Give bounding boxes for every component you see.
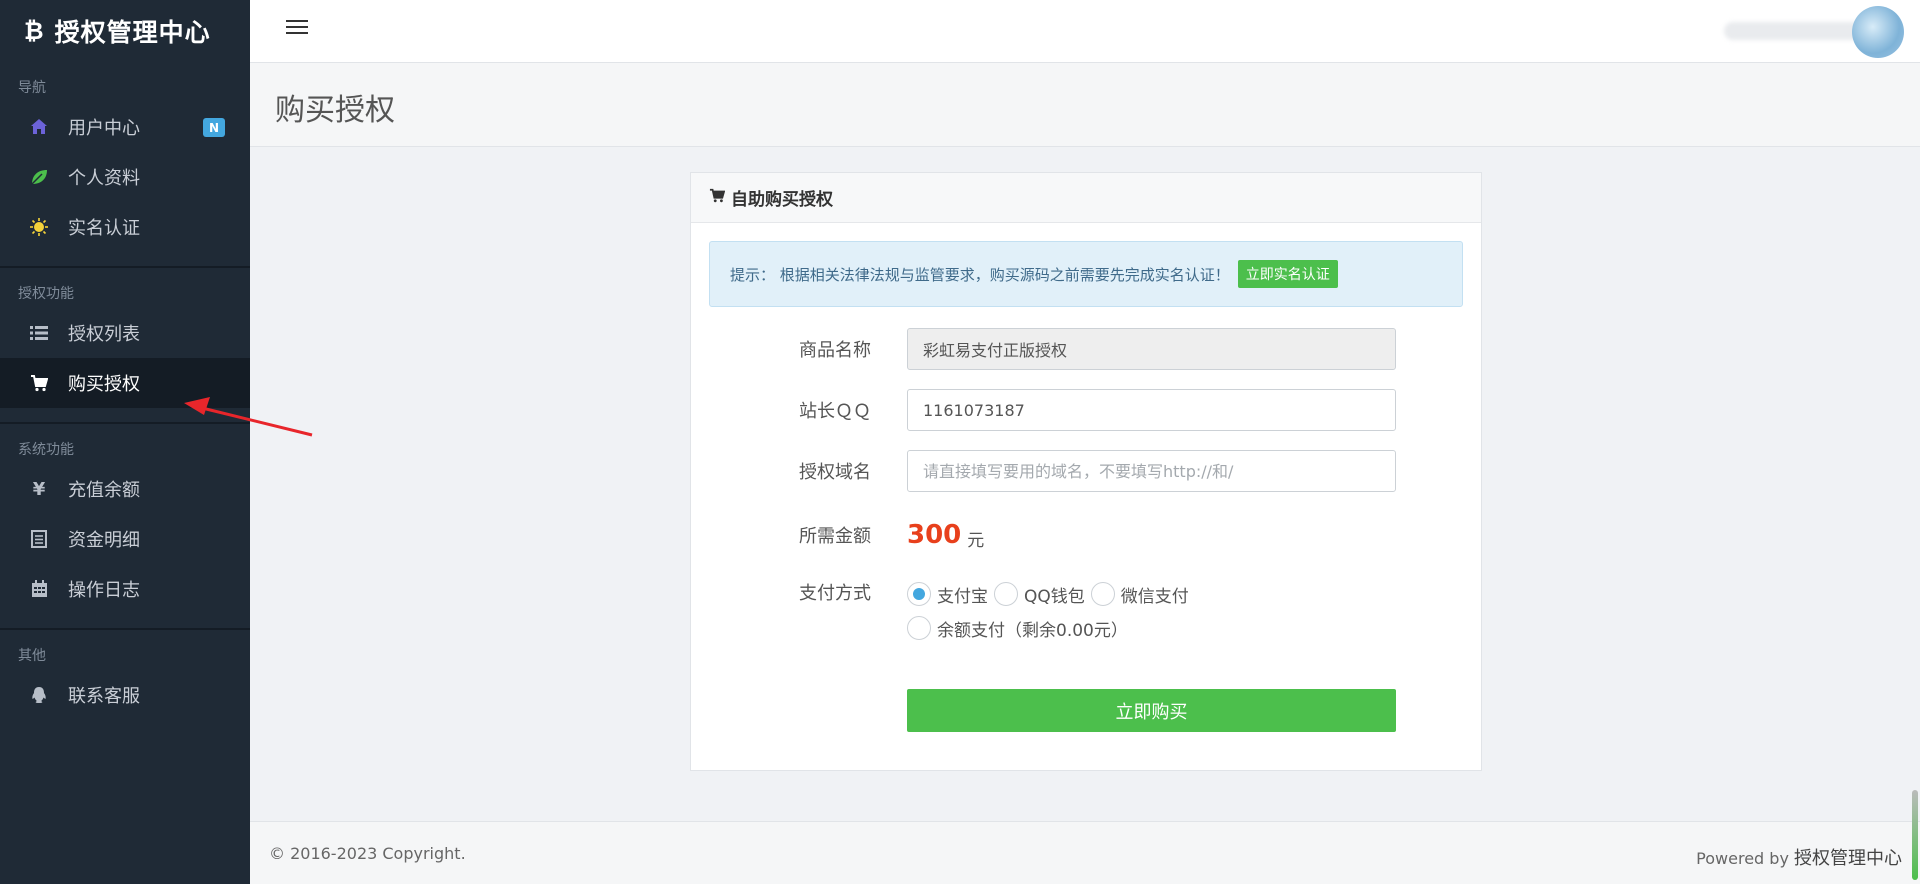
- payment-wechat[interactable]: 微信支付: [1090, 582, 1189, 607]
- sidebar-item-label: 个人资料: [68, 168, 140, 189]
- payment-label: 支付方式: [799, 583, 871, 604]
- payment-alipay[interactable]: 支付宝: [907, 582, 988, 607]
- buy-now-button[interactable]: 立即购买: [907, 689, 1396, 732]
- sidebar-item-verify[interactable]: 实名认证: [0, 202, 250, 252]
- calendar-icon: [28, 578, 50, 600]
- sidebar-divider: [0, 628, 250, 630]
- amount-label: 所需金额: [799, 526, 871, 547]
- alert-text: 提示： 根据相关法律法规与监管要求，购买源码之前需要先完成实名认证！: [730, 265, 1230, 284]
- powered-by: Powered by 授权管理中心: [1696, 844, 1902, 870]
- sidebar-item-label: 联系客服: [68, 686, 140, 707]
- payment-option-label: QQ钱包: [1024, 586, 1085, 607]
- footer: © 2016-2023 Copyright. Powered by 授权管理中心: [250, 821, 1920, 884]
- sidebar-item-license-list[interactable]: 授权列表: [0, 308, 250, 358]
- domain-row: 授权域名: [799, 450, 1399, 492]
- payment-balance[interactable]: 余额支付（剩余0.00元）: [907, 616, 1128, 641]
- ledger-icon: [28, 528, 50, 550]
- powered-prefix: Powered by: [1696, 849, 1794, 868]
- radio-circle[interactable]: [907, 616, 931, 640]
- sidebar-item-user-center[interactable]: 用户中心 N: [0, 102, 250, 152]
- sidebar-item-profile[interactable]: 个人资料: [0, 152, 250, 202]
- qq-label: 站长ＱＱ: [799, 401, 871, 422]
- card-title: 自助购买授权: [731, 190, 833, 210]
- sidebar-item-label: 资金明细: [68, 530, 140, 551]
- product-row: 商品名称: [799, 328, 1399, 370]
- sidebar-item-funds[interactable]: 资金明细: [0, 514, 250, 564]
- payment-option-label: 余额支付（剩余0.00元）: [937, 620, 1128, 641]
- section-title-nav: 导航: [18, 80, 46, 96]
- section-title-license: 授权功能: [18, 286, 74, 302]
- sidebar-item-recharge[interactable]: ¥ 充值余额: [0, 464, 250, 514]
- radio-circle[interactable]: [907, 582, 931, 606]
- bitcoin-icon: ₿: [24, 16, 45, 45]
- home-icon: [28, 116, 50, 138]
- avatar[interactable]: [1852, 6, 1904, 58]
- menu-toggle-icon[interactable]: [286, 20, 308, 40]
- qq-row: 站长ＱＱ: [799, 389, 1399, 431]
- amount-value: 300: [907, 520, 962, 550]
- page-header: 购买授权: [250, 63, 1920, 147]
- product-label: 商品名称: [799, 340, 871, 361]
- sidebar-item-support[interactable]: 联系客服: [0, 670, 250, 720]
- brand[interactable]: ₿ 授权管理中心: [0, 0, 250, 62]
- topbar: [250, 0, 1920, 63]
- scrollbar[interactable]: [1912, 790, 1918, 880]
- sidebar-item-label: 授权列表: [68, 324, 140, 345]
- radio-circle[interactable]: [994, 582, 1018, 606]
- cart-icon: [709, 188, 726, 207]
- domain-field[interactable]: [907, 450, 1396, 492]
- brand-name: 授权管理中心: [54, 18, 211, 47]
- new-badge: N: [203, 118, 225, 137]
- payment-qqwallet[interactable]: QQ钱包: [994, 582, 1085, 607]
- product-field: [907, 328, 1396, 370]
- amount-row: 所需金额 300 元: [799, 520, 1399, 551]
- payment-row: 支付方式 支付宝 QQ钱包 微信支付 余额支付（剩余0.00元）: [799, 577, 1399, 645]
- sidebar-item-label: 用户中心: [68, 118, 140, 139]
- sidebar-item-label: 操作日志: [68, 580, 140, 601]
- sidebar-item-logs[interactable]: 操作日志: [0, 564, 250, 614]
- payment-option-label: 微信支付: [1120, 586, 1189, 607]
- domain-label: 授权域名: [799, 462, 871, 483]
- payment-option-label: 支付宝: [937, 586, 988, 607]
- qq-icon: [28, 684, 50, 706]
- page-title: 购买授权: [275, 93, 395, 128]
- sun-icon: [28, 216, 50, 238]
- radio-circle[interactable]: [1090, 582, 1115, 606]
- amount-unit: 元: [967, 530, 985, 551]
- payment-options: 支付宝 QQ钱包 微信支付 余额支付（剩余0.00元）: [907, 577, 1195, 645]
- sidebar-item-label: 充值余额: [68, 480, 140, 501]
- purchase-card: 自助购买授权 提示： 根据相关法律法规与监管要求，购买源码之前需要先完成实名认证…: [690, 172, 1482, 771]
- list-icon: [28, 322, 50, 344]
- sidebar-item-label: 实名认证: [68, 218, 140, 239]
- section-title-other: 其他: [18, 648, 46, 664]
- copyright: © 2016-2023 Copyright.: [269, 844, 466, 863]
- powered-name[interactable]: 授权管理中心: [1794, 848, 1902, 869]
- cart-icon: [28, 372, 50, 394]
- main-content: 自助购买授权 提示： 根据相关法律法规与监管要求，购买源码之前需要先完成实名认证…: [250, 148, 1920, 820]
- user-menu[interactable]: [1724, 6, 1904, 58]
- qq-field[interactable]: [907, 389, 1396, 431]
- card-header: 自助购买授权: [691, 173, 1481, 223]
- verify-now-button[interactable]: 立即实名认证: [1237, 260, 1338, 288]
- leaf-icon: [28, 166, 50, 188]
- sidebar-item-label: 购买授权: [68, 374, 140, 395]
- sidebar-divider: [0, 266, 250, 268]
- yen-icon: ¥: [32, 478, 46, 500]
- verify-alert: 提示： 根据相关法律法规与监管要求，购买源码之前需要先完成实名认证！ 立即实名认…: [709, 241, 1463, 307]
